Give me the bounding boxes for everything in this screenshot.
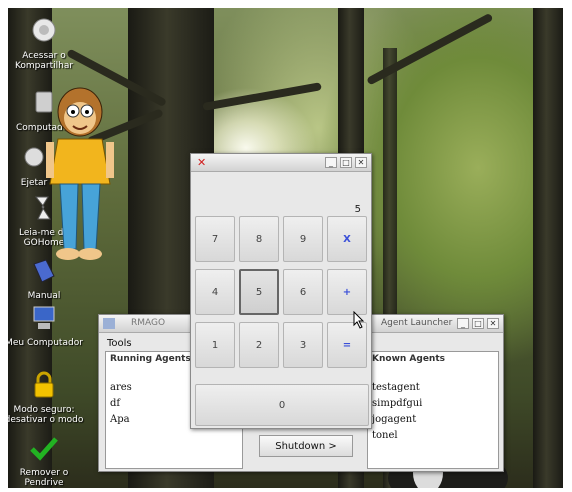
list-item[interactable]: jogagent — [372, 414, 416, 425]
desktop-background: Acessar o Kompartilhar Computador Ejetar… — [8, 8, 563, 488]
desktop-icon-remove-pendrive[interactable]: Remover o Pendrive — [8, 433, 88, 488]
desktop-icon-my-computer[interactable]: Meu Computador — [8, 303, 88, 348]
known-window-title: Agent Launcher — [381, 318, 453, 328]
minimize-button[interactable]: _ — [325, 157, 337, 168]
calculator-window: ✕ _ □ ✕ 5 7 8 9 X 4 5 6 +1 2 3 = 0 — [190, 153, 372, 429]
checkmark-icon — [30, 437, 58, 461]
key-digit[interactable]: 5 — [239, 269, 279, 315]
key-digit[interactable]: 1 — [195, 322, 235, 368]
desktop-icon-label: Remover o Pendrive — [19, 468, 69, 488]
calculator-titlebar[interactable]: ✕ _ □ ✕ — [191, 154, 371, 172]
running-agents-header: Running Agents — [110, 354, 191, 364]
desktop-icon-label: Acessar o Kompartilhar — [14, 51, 74, 71]
key-digit[interactable]: 7 — [195, 216, 235, 262]
list-item[interactable]: ares — [110, 382, 132, 393]
known-agents-header: Known Agents — [372, 354, 445, 364]
desktop-icon-label: Meu Computador — [8, 338, 83, 348]
tree-branch — [202, 82, 322, 111]
list-item[interactable]: df — [110, 398, 120, 409]
known-agents-list[interactable]: Known Agents testagent simpdfgui jogagen… — [367, 351, 499, 469]
key-digit[interactable]: 4 — [195, 269, 235, 315]
agent-window-title: RMAGO — [131, 318, 166, 328]
close-button[interactable]: ✕ — [355, 157, 367, 168]
key-digit[interactable]: 3 — [283, 322, 323, 368]
list-item[interactable]: testagent — [372, 382, 420, 393]
desktop-icon-network[interactable]: Acessar o Kompartilhar — [8, 16, 88, 71]
desktop-icon-label: Manual — [27, 291, 61, 301]
list-item[interactable]: simpdfgui — [372, 398, 422, 409]
lock-icon — [34, 371, 54, 398]
calculator-display: 5 — [354, 204, 361, 215]
menu-tools[interactable]: Tools — [107, 338, 132, 349]
key-digit[interactable]: 2 — [239, 322, 279, 368]
key-digit[interactable]: 8 — [239, 216, 279, 262]
minimize-button[interactable]: _ — [457, 318, 469, 329]
app-icon — [103, 318, 115, 329]
list-item[interactable]: tonel — [372, 430, 398, 441]
maximize-button[interactable]: □ — [472, 318, 484, 329]
key-0[interactable]: 0 — [195, 384, 369, 426]
network-icon — [32, 18, 56, 42]
calculator-app-icon: ✕ — [197, 156, 207, 169]
mouse-cursor-icon — [353, 311, 365, 329]
monkey-assistant-character[interactable] — [40, 84, 120, 264]
maximize-button[interactable]: □ — [340, 157, 352, 168]
key-operator[interactable]: + — [327, 269, 367, 315]
desktop-icon-label: Modo seguro: desativar o modo — [8, 405, 84, 425]
key-digit[interactable]: 6 — [283, 269, 323, 315]
desktop-icon-safe-mode[interactable]: Modo seguro: desativar o modo — [8, 370, 88, 425]
shutdown-button[interactable]: Shutdown > — [259, 435, 353, 457]
tree-trunk — [533, 8, 563, 488]
close-button[interactable]: ✕ — [487, 318, 499, 329]
list-item[interactable]: Apa — [110, 414, 130, 425]
my-computer-icon — [33, 306, 55, 329]
key-operator[interactable]: X — [327, 216, 367, 262]
key-digit[interactable]: 9 — [283, 216, 323, 262]
